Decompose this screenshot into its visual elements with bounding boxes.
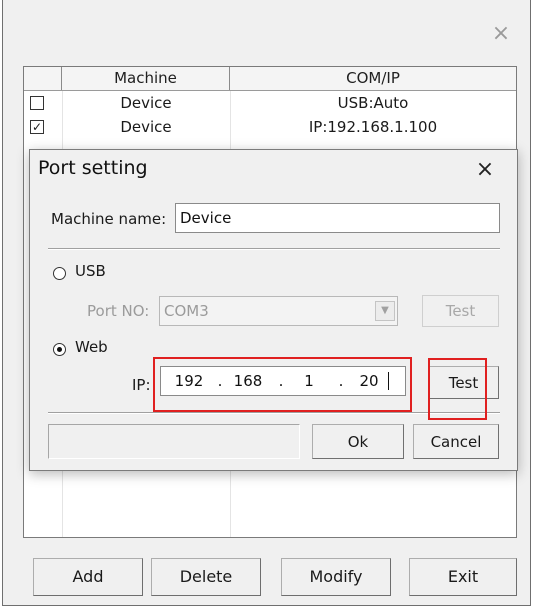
header-com-ip[interactable]: COM/IP xyxy=(230,67,516,90)
machine-name-label: Machine name: xyxy=(51,210,167,228)
modify-button[interactable]: Modify xyxy=(281,558,391,596)
divider xyxy=(48,248,500,250)
ok-button[interactable]: Ok xyxy=(312,424,404,459)
row-checkbox[interactable] xyxy=(30,96,44,110)
usb-label: USB xyxy=(75,262,106,280)
row-checkbox[interactable]: ✓ xyxy=(30,120,44,134)
usb-test-button[interactable]: Test xyxy=(422,295,499,327)
ip-label: IP: xyxy=(132,376,151,394)
list-header: Machine COM/IP xyxy=(24,67,516,91)
list-item[interactable]: Device USB:Auto xyxy=(24,91,516,115)
port-no-value: COM3 xyxy=(164,302,209,320)
highlight-ip-field xyxy=(153,357,412,412)
usb-radio[interactable] xyxy=(53,267,66,280)
close-icon[interactable]: × xyxy=(470,155,500,185)
web-radio[interactable] xyxy=(53,343,66,356)
cancel-button[interactable]: Cancel xyxy=(413,424,499,459)
port-no-select[interactable]: COM3 ▼ xyxy=(159,296,398,326)
port-no-label: Port NO: xyxy=(87,302,150,320)
header-check-column xyxy=(24,67,62,90)
web-label: Web xyxy=(75,338,108,356)
list-item[interactable]: ✓ Device IP:192.168.1.100 xyxy=(24,115,516,139)
delete-button[interactable]: Delete xyxy=(151,558,261,596)
address-cell: USB:Auto xyxy=(337,94,409,112)
exit-button[interactable]: Exit xyxy=(409,558,517,596)
highlight-test-button xyxy=(428,358,487,420)
machine-name-cell: Device xyxy=(120,118,172,136)
dialog-title: Port setting xyxy=(38,157,148,179)
machine-name-cell: Device xyxy=(120,94,172,112)
machine-name-field[interactable]: Device xyxy=(175,203,500,233)
header-machine[interactable]: Machine xyxy=(62,67,230,90)
title-bar xyxy=(3,0,530,58)
address-cell: IP:192.168.1.100 xyxy=(308,118,438,136)
close-icon[interactable]: × xyxy=(487,20,515,48)
chevron-down-icon[interactable]: ▼ xyxy=(375,301,395,321)
status-box xyxy=(48,424,300,459)
port-setting-dialog: Port setting × Machine name: Device USB … xyxy=(29,149,518,471)
add-button[interactable]: Add xyxy=(33,558,143,596)
